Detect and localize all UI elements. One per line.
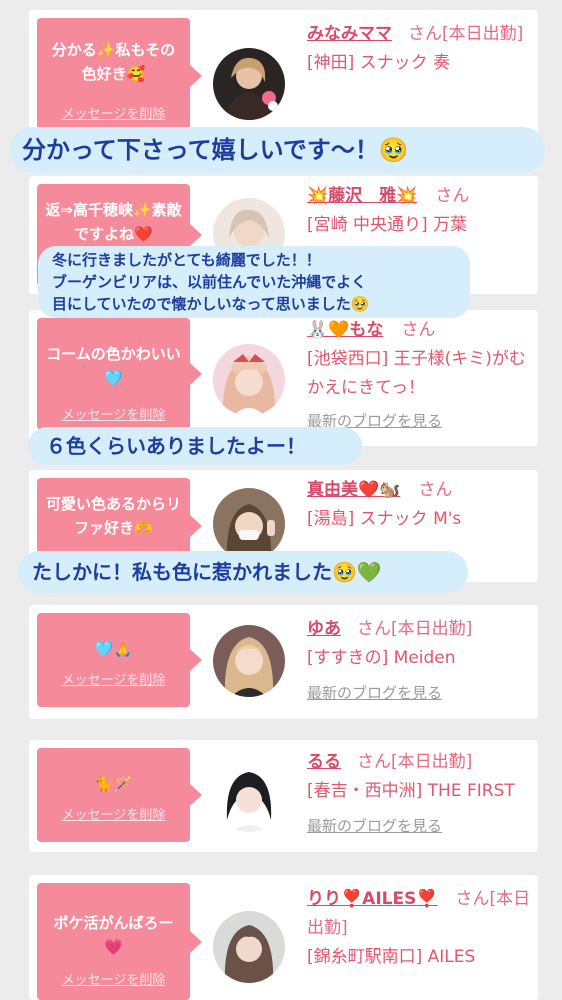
cast-name-link[interactable]: りり❣️AILES❣️	[307, 889, 438, 909]
shop-label: [湯島] スナック M's	[307, 509, 462, 529]
cast-name-link[interactable]: 真由美❤️🐿️	[307, 480, 400, 500]
cast-info: 真由美❤️🐿️ さん [湯島] スナック M's	[307, 476, 532, 534]
cast-info: みなみママ さん[本日出勤] [神田] スナック 奏	[307, 20, 532, 78]
cast-honorific: さん	[418, 480, 453, 500]
avatar[interactable]	[213, 911, 285, 983]
message-text: 分かる✨私もその色好き🥰	[51, 41, 176, 83]
cast-info: 🐰🧡もな さん [池袋西口] 王子様(キミ)がむかえにきてっ！ 最新のブログを見る	[307, 316, 532, 436]
message-bubble: 分かる✨私もその色好き🥰 メッセージを削除	[37, 18, 202, 134]
message-text: 可愛い色あるからリファ好き🫶	[45, 495, 181, 537]
caption-text: 冬に行きましたがとても綺麗でした！！	[52, 251, 321, 269]
delete-message-link[interactable]: メッセージを削除	[37, 808, 190, 824]
caption-text: ６色くらいありましたよー！	[46, 434, 306, 458]
cast-honorific: さん[本日出勤]	[357, 619, 473, 639]
cast-name-link[interactable]: 💥藤沢 雅💥	[307, 186, 417, 206]
message-text: 返⇒高千穂峡✨素敵ですよね❤️	[45, 201, 182, 243]
message-text: コームの色かわいい🩵	[46, 345, 181, 387]
caption-overlay: 冬に行きましたがとても綺麗でした！！ ブーゲンビリアは、以前住んでいた沖縄でよく…	[38, 246, 470, 318]
shop-label: [宮崎 中央通り] 万葉	[307, 215, 468, 235]
delete-message-link[interactable]: メッセージを削除	[37, 973, 190, 989]
message-card: ポケ活がんばろー💗 メッセージを削除 りり❣️AILES❣️ さん[本日出勤] […	[29, 875, 538, 1000]
delete-message-link[interactable]: メッセージを削除	[37, 408, 190, 424]
caption-overlay: ６色くらいありましたよー！	[28, 427, 362, 465]
avatar[interactable]	[213, 625, 285, 697]
cast-name-link[interactable]: ゆあ	[307, 619, 341, 639]
cast-info: るる さん[本日出勤] [春吉・西中洲] THE FIRST 最新のブログを見る	[307, 748, 532, 841]
cast-honorific: さん[本日出勤]	[357, 752, 473, 772]
avatar[interactable]	[213, 344, 285, 416]
delete-message-link[interactable]: メッセージを削除	[37, 107, 190, 123]
cast-honorific: さん	[435, 186, 470, 206]
message-bubble: ポケ活がんばろー💗 メッセージを削除	[37, 883, 202, 1000]
shop-label: [錦糸町駅南口] AILES	[307, 947, 476, 967]
cast-info: ゆあ さん[本日出勤] [すすきの] Meiden 最新のブログを見る	[307, 615, 532, 708]
caption-text: 分かって下さって嬉しいです〜！🥹	[22, 136, 409, 164]
shop-label: [池袋西口] 王子様(キミ)がむかえにきてっ！	[307, 349, 526, 398]
message-card: 🐈🪄 メッセージを削除 るる さん[本日出勤] [春吉・西中洲] THE FIRS…	[29, 740, 538, 852]
shop-label: [春吉・西中洲] THE FIRST	[307, 781, 515, 801]
avatar[interactable]	[213, 48, 285, 120]
cast-name-link[interactable]: るる	[307, 752, 341, 772]
message-text: 🩵🙏	[94, 640, 133, 658]
cast-honorific: さん[本日出勤]	[408, 24, 524, 44]
cast-name-link[interactable]: みなみママ	[307, 24, 392, 44]
avatar[interactable]	[213, 760, 285, 832]
caption-text: 目にしていたので懐かしいなって思いました🥹	[52, 295, 370, 313]
caption-overlay: 分かって下さって嬉しいです〜！🥹	[10, 127, 545, 173]
latest-blog-link[interactable]: 最新のブログを見る	[307, 679, 532, 708]
message-text: 🐈🪄	[94, 775, 133, 793]
latest-blog-link[interactable]: 最新のブログを見る	[307, 812, 532, 841]
avatar[interactable]	[213, 488, 285, 560]
shop-label: [神田] スナック 奏	[307, 53, 451, 73]
message-text: ポケ活がんばろー💗	[53, 914, 174, 956]
shop-label: [すすきの] Meiden	[307, 648, 456, 668]
message-card: コームの色かわいい🩵 メッセージを削除 🐰🧡もな さん [池袋西口] 王子様(キミ…	[29, 310, 538, 446]
delete-message-link[interactable]: メッセージを削除	[37, 673, 190, 689]
caption-text: たしかに！私も色に惹かれました🥹💚	[32, 560, 382, 584]
message-bubble: コームの色かわいい🩵 メッセージを削除	[37, 318, 202, 430]
message-bubble: 🩵🙏 メッセージを削除	[37, 613, 202, 707]
cast-info: りり❣️AILES❣️ さん[本日出勤] [錦糸町駅南口] AILES	[307, 885, 532, 972]
message-bubble: 🐈🪄 メッセージを削除	[37, 748, 202, 842]
cast-name-link[interactable]: 🐰🧡もな	[307, 320, 383, 340]
message-card: 🩵🙏 メッセージを削除 ゆあ さん[本日出勤] [すすきの] Meiden 最新の…	[29, 605, 538, 719]
caption-overlay: たしかに！私も色に惹かれました🥹💚	[18, 551, 468, 593]
caption-text: ブーゲンビリアは、以前住んでいた沖縄でよく	[52, 273, 367, 291]
cast-honorific: さん	[401, 320, 436, 340]
